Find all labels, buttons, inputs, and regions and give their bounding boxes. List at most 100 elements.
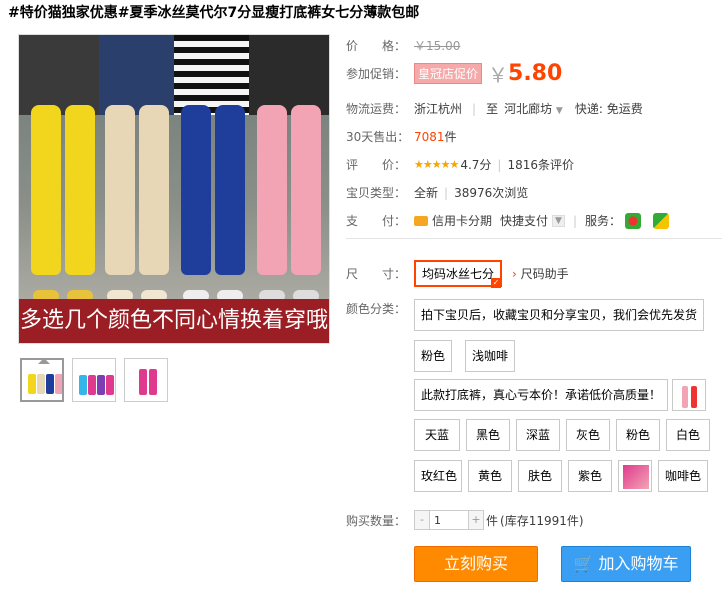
color-option-light-coffee[interactable]: 浅咖啡 — [465, 340, 516, 372]
review-count-link[interactable]: 1816条评价 — [507, 156, 574, 173]
thumb-leg — [149, 369, 157, 395]
sales-unit: 件 — [444, 130, 457, 144]
color-option-pink-2[interactable]: 粉色 — [616, 419, 660, 451]
rating-label: 评 价： — [346, 158, 407, 172]
thumbnail-1[interactable] — [20, 358, 64, 402]
separator: | — [444, 185, 449, 200]
color-option-notice[interactable]: 拍下宝贝后，收藏宝贝和分享宝贝，我们会优先发货 — [414, 299, 705, 331]
leg-shape — [291, 105, 321, 275]
credit-card-icon — [414, 215, 428, 226]
star-rating-icon: ★★★★★ — [414, 158, 459, 171]
thumb-leg — [88, 375, 96, 395]
leg-shape — [215, 105, 245, 275]
color-option-image[interactable] — [672, 379, 706, 411]
quantity-increase-button[interactable]: + — [469, 511, 483, 529]
color-option-promo-note[interactable]: 此款打底裤，真心亏本价！承诺低价高质量！ — [414, 379, 669, 411]
ship-to: 河北廊坊 — [504, 102, 553, 116]
size-helper-label: 尺码助手 — [520, 267, 569, 281]
shirt-shape — [99, 35, 174, 115]
thumb-leg — [106, 375, 114, 395]
view-count: 38976次浏览 — [454, 186, 529, 200]
main-product-image[interactable]: 多选几个颜色不同心情换着穿哦 — [18, 34, 330, 344]
sales-count: 7081 — [414, 129, 445, 144]
color-option-navy[interactable]: 深蓝 — [516, 419, 560, 451]
shirt-shape — [174, 35, 249, 115]
separator: | — [572, 213, 577, 228]
promo-label: 参加促销： — [346, 66, 407, 81]
color-option-rose-red[interactable]: 玫红色 — [414, 460, 462, 492]
quantity-input[interactable] — [429, 511, 469, 529]
leg-shape — [31, 105, 61, 275]
separator: | — [497, 157, 502, 172]
seven-day-return-icon[interactable] — [625, 212, 642, 229]
color-option-image-2[interactable] — [618, 460, 652, 492]
leg-shape — [105, 105, 135, 275]
ship-to-selector[interactable]: 河北廊坊 ▼ — [504, 100, 563, 117]
leg-shape — [257, 105, 287, 275]
shirt-shape — [19, 35, 99, 115]
thumb-leg — [97, 375, 105, 395]
service-label: 服务： — [585, 214, 622, 228]
thumb-leg — [79, 375, 87, 395]
chevron-right-icon: › — [512, 267, 517, 281]
shipping-row: 物流运费： 浙江杭州 | 至 河北廊坊 ▼ 快递: 免运费 — [346, 100, 643, 117]
thumb-swatch — [623, 465, 649, 489]
leg-shape — [65, 105, 95, 275]
leg-shape — [139, 105, 169, 275]
buy-now-button[interactable]: 立刻购买 — [414, 546, 538, 582]
original-price: ￥15.00 — [414, 39, 461, 53]
promo-price: 5.80 — [508, 60, 563, 86]
item-type-label: 宝贝类型： — [346, 186, 407, 200]
credit-installment-link[interactable]: 信用卡分期 — [432, 212, 492, 229]
guarantee-icon[interactable] — [653, 212, 670, 229]
add-to-cart-button[interactable]: 🛒 加入购物车 — [561, 546, 691, 582]
chevron-down-icon[interactable]: ▼ — [552, 214, 565, 227]
payment-label: 支 付： — [346, 214, 407, 228]
price-row: 价 格： ￥15.00 — [346, 37, 460, 54]
divider — [346, 238, 722, 239]
chevron-down-icon: ▼ — [555, 106, 563, 116]
color-option-purple[interactable]: 紫色 — [568, 460, 612, 492]
sales-row: 30天售出： 7081 件 — [346, 128, 457, 145]
color-option-gray[interactable]: 灰色 — [566, 419, 610, 451]
thumbnail-strip — [20, 358, 168, 402]
price-label: 价 格： — [346, 39, 407, 53]
thumb-leg — [682, 386, 688, 408]
color-option-sky-blue[interactable]: 天蓝 — [414, 419, 460, 451]
add-to-cart-label: 加入购物车 — [598, 554, 679, 573]
size-helper-link[interactable]: › 尺码助手 — [512, 265, 569, 282]
color-option-nude[interactable]: 肤色 — [518, 460, 562, 492]
color-option-coffee[interactable]: 咖啡色 — [658, 460, 708, 492]
quantity-label: 购买数量： — [346, 513, 407, 528]
thumbnail-2[interactable] — [72, 358, 116, 402]
size-row: 尺 寸： 均码冰丝七分 › 尺码助手 — [346, 260, 569, 288]
promo-tag[interactable]: 皇冠店促价 — [414, 62, 483, 84]
quantity-decrease-button[interactable]: - — [415, 511, 429, 529]
thumb-leg — [691, 386, 697, 408]
currency-symbol: ￥ — [488, 62, 509, 87]
thumb-leg — [28, 374, 36, 394]
color-option-white[interactable]: 白色 — [666, 419, 710, 451]
ship-to-prefix: 至 — [486, 102, 499, 116]
payment-row: 支 付： 信用卡分期 快捷支付 ▼ | 服务： — [346, 212, 670, 229]
item-condition: 全新 — [414, 186, 439, 200]
leg-shape — [181, 105, 211, 275]
shirt-shape — [249, 35, 329, 115]
thumbnail-3[interactable] — [124, 358, 168, 402]
color-option-black[interactable]: 黑色 — [466, 419, 510, 451]
color-label-row: 颜色分类： — [346, 300, 414, 317]
item-type-row: 宝贝类型： 全新 | 38976次浏览 — [346, 184, 528, 201]
size-label: 尺 寸： — [346, 267, 407, 281]
color-option-yellow[interactable]: 黄色 — [468, 460, 512, 492]
promo-row: 参加促销： 皇冠店促价 ￥ 5.80 — [346, 60, 563, 87]
quick-pay-link[interactable]: 快捷支付 — [500, 212, 548, 229]
quantity-unit: 件 — [486, 513, 499, 528]
size-option-selected[interactable]: 均码冰丝七分 — [414, 260, 503, 288]
sales-label: 30天售出： — [346, 130, 410, 144]
separator: | — [472, 101, 477, 116]
shipping-fee: 快递: 免运费 — [574, 102, 643, 116]
ship-from: 浙江杭州 — [414, 102, 463, 116]
color-option-pink[interactable]: 粉色 — [414, 340, 453, 372]
quantity-stepper: - + — [414, 510, 484, 530]
thumb-leg — [37, 374, 45, 394]
